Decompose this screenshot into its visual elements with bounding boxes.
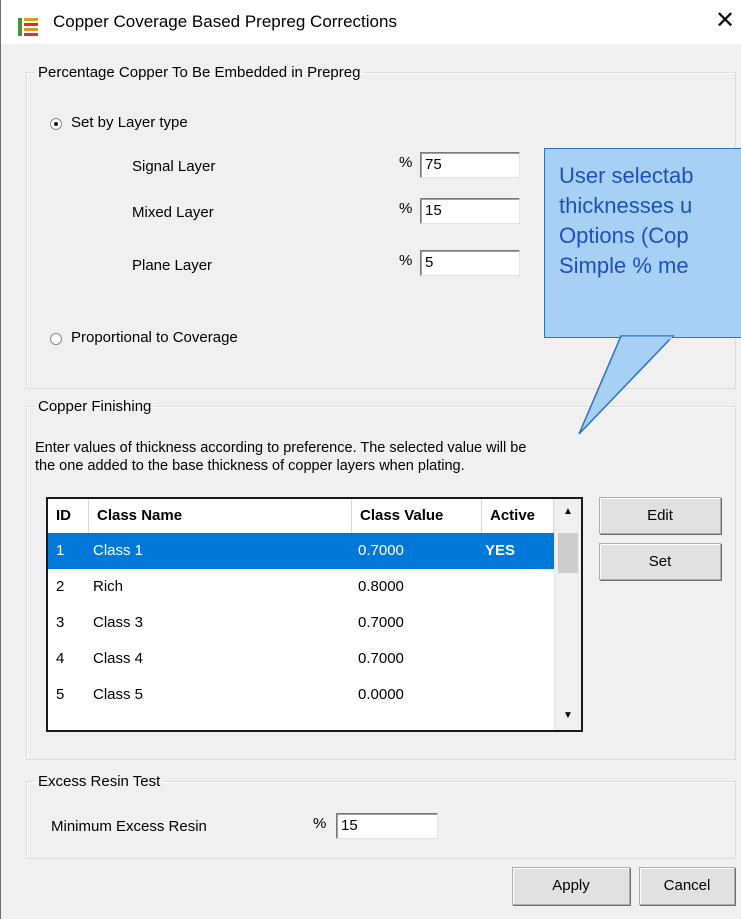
layer-type-radio[interactable] — [50, 118, 62, 130]
window-title: Copper Coverage Based Prepreg Correction… — [53, 12, 397, 31]
cancel-button[interactable]: Cancel — [639, 867, 735, 905]
row-active: YES — [485, 542, 516, 559]
callout-line: Options (Cop — [559, 223, 689, 248]
prepreg-group-legend: Percentage Copper To Be Embedded in Prep… — [38, 64, 361, 81]
proportional-radio-label[interactable]: Proportional to Coverage — [71, 329, 238, 346]
row-id: 2 — [56, 578, 65, 595]
plane-layer-input[interactable]: 5 — [420, 250, 520, 276]
annotation-callout: User selectab thicknesses u Options (Cop… — [544, 148, 741, 338]
app-icon — [17, 16, 39, 38]
row-class-value: 0.0000 — [358, 686, 404, 703]
signal-layer-input[interactable]: 75 — [420, 152, 520, 178]
row-id: 3 — [56, 614, 65, 631]
proportional-radio[interactable] — [50, 333, 62, 345]
plane-percent-sign: % — [399, 252, 413, 269]
column-header-active[interactable]: Active — [482, 499, 554, 533]
table-row[interactable]: 4 Class 4 0.7000 — [48, 641, 555, 677]
table-row[interactable]: 1 Class 1 0.7000 YES — [48, 533, 555, 569]
signal-layer-label: Signal Layer — [132, 158, 216, 175]
resin-percent-sign: % — [313, 815, 327, 832]
prepreg-corrections-dialog: Copper Coverage Based Prepreg Correction… — [0, 0, 741, 919]
table-row[interactable]: 2 Rich 0.8000 — [48, 569, 555, 605]
row-class-value: 0.7000 — [358, 542, 404, 559]
minimum-excess-resin-label: Minimum Excess Resin — [51, 818, 207, 835]
mixed-percent-sign: % — [399, 200, 413, 217]
minimum-excess-resin-input[interactable]: 15 — [336, 813, 438, 839]
table-header: ID Class Name Class Value Active — [48, 499, 554, 534]
copper-class-table[interactable]: ID Class Name Class Value Active 1 Class… — [46, 497, 583, 732]
table-row[interactable]: 3 Class 3 0.7000 — [48, 605, 555, 641]
scroll-down-icon[interactable]: ▼ — [558, 706, 578, 726]
column-header-class-name[interactable]: Class Name — [89, 499, 352, 533]
close-icon[interactable]: ✕ — [715, 8, 735, 34]
row-id: 4 — [56, 650, 65, 667]
apply-button[interactable]: Apply — [512, 867, 630, 905]
row-class-name: Class 1 — [93, 542, 144, 559]
row-class-name: Class 4 — [93, 650, 144, 667]
edit-button[interactable]: Edit — [599, 497, 721, 534]
set-button[interactable]: Set — [599, 543, 721, 580]
callout-line: User selectab — [559, 163, 694, 188]
row-class-value: 0.8000 — [358, 578, 404, 595]
row-class-name: Rich — [93, 578, 124, 595]
mixed-layer-input[interactable]: 15 — [420, 198, 520, 224]
row-class-name: Class 5 — [93, 686, 144, 703]
row-id: 5 — [56, 686, 65, 703]
row-class-value: 0.7000 — [358, 614, 404, 631]
callout-line: thicknesses u — [559, 193, 693, 218]
layer-type-radio-label[interactable]: Set by Layer type — [71, 114, 188, 131]
signal-percent-sign: % — [399, 154, 413, 171]
scroll-up-icon[interactable]: ▲ — [558, 502, 578, 522]
plane-layer-label: Plane Layer — [132, 257, 213, 274]
finishing-description-line1: Enter values of thickness according to p… — [35, 440, 527, 456]
finishing-group-legend: Copper Finishing — [38, 398, 152, 415]
mixed-layer-label: Mixed Layer — [132, 204, 214, 221]
column-header-id[interactable]: ID — [48, 499, 89, 533]
finishing-description-line2: the one added to the base thickness of c… — [35, 458, 465, 474]
row-class-name: Class 3 — [93, 614, 144, 631]
callout-text: User selectab thicknesses u Options (Cop… — [559, 161, 741, 281]
title-bar[interactable]: Copper Coverage Based Prepreg Correction… — [1, 0, 741, 44]
callout-line: Simple % me — [559, 253, 689, 278]
row-id: 1 — [56, 542, 65, 559]
scroll-thumb[interactable] — [558, 533, 578, 573]
column-header-class-value[interactable]: Class Value — [352, 499, 482, 533]
table-scrollbar[interactable]: ▲ ▼ — [554, 499, 581, 730]
row-class-value: 0.7000 — [358, 650, 404, 667]
resin-group-legend: Excess Resin Test — [38, 773, 161, 790]
table-row[interactable]: 5 Class 5 0.0000 — [48, 677, 555, 713]
